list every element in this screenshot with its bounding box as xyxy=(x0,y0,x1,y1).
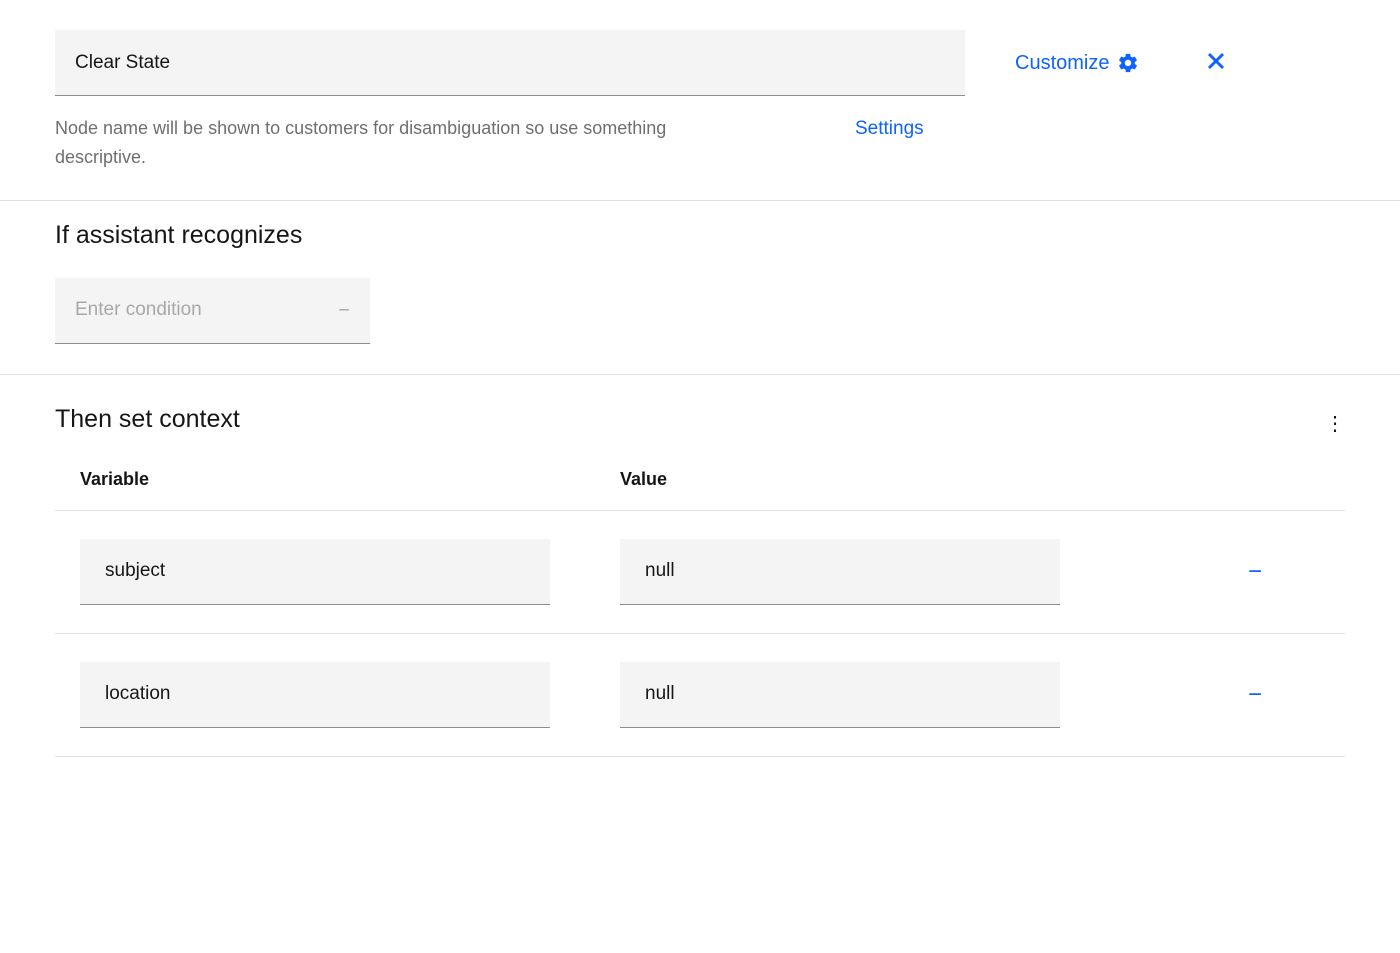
gear-icon xyxy=(1117,52,1139,74)
value-input[interactable] xyxy=(620,662,1060,728)
close-icon xyxy=(1207,52,1225,70)
node-name-input[interactable] xyxy=(55,30,965,96)
table-row: − xyxy=(55,634,1345,757)
condition-wrap: − xyxy=(55,278,370,344)
variable-input[interactable] xyxy=(80,539,550,605)
context-section: Then set context ⋮ Variable Value − xyxy=(0,375,1400,767)
customize-button[interactable]: Customize xyxy=(1015,52,1139,75)
settings-link[interactable]: Settings xyxy=(855,118,924,140)
context-title: Then set context xyxy=(55,405,1345,434)
header-row: Customize xyxy=(0,0,1400,96)
kebab-icon: ⋮ xyxy=(1325,413,1345,435)
header-variable: Variable xyxy=(80,469,590,490)
context-table: Variable Value − − xyxy=(55,469,1345,757)
minus-icon: − xyxy=(1248,558,1262,585)
overflow-menu-button[interactable]: ⋮ xyxy=(1325,411,1345,436)
customize-label: Customize xyxy=(1015,52,1109,75)
header-value: Value xyxy=(620,469,1100,490)
remove-row-button[interactable]: − xyxy=(1248,558,1262,586)
dialog-node-editor: Customize Node name will be shown to cus… xyxy=(0,0,1400,767)
variable-input[interactable] xyxy=(80,662,550,728)
recognizes-section: If assistant recognizes − xyxy=(0,201,1400,375)
condition-input[interactable] xyxy=(55,278,370,344)
helper-text: Node name will be shown to customers for… xyxy=(55,114,735,172)
context-headers: Variable Value xyxy=(55,469,1345,511)
minus-icon: − xyxy=(1248,681,1262,708)
recognizes-title: If assistant recognizes xyxy=(55,221,1345,250)
close-button[interactable] xyxy=(1199,42,1233,84)
table-row: − xyxy=(55,511,1345,634)
remove-row-button[interactable]: − xyxy=(1248,681,1262,709)
helper-row: Node name will be shown to customers for… xyxy=(0,96,1400,201)
value-input[interactable] xyxy=(620,539,1060,605)
